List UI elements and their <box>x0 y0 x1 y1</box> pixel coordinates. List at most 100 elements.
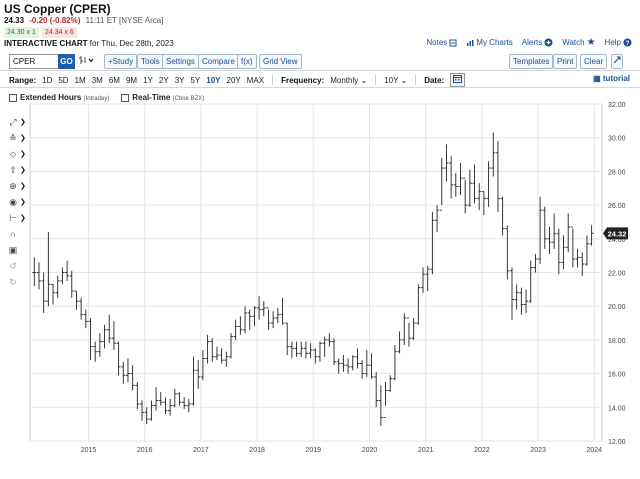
range-option-3y[interactable]: 3Y <box>175 76 185 85</box>
x-tick-label: 2015 <box>81 447 97 454</box>
x-tick-label: 2024 <box>587 447 603 454</box>
chevron-right-icon: ❯ <box>20 135 26 142</box>
tutorial-link[interactable]: ▦ tutorial <box>593 74 630 83</box>
range-option-1m[interactable]: 1M <box>75 76 86 85</box>
help-label: Help <box>604 38 621 47</box>
tutorial-label: tutorial <box>602 74 630 83</box>
frequency-select[interactable]: Monthly ⌄ <box>330 76 367 85</box>
templates-button[interactable]: Templates <box>509 54 554 69</box>
range-option-2y[interactable]: 2Y <box>159 76 169 85</box>
study-button[interactable]: +Study <box>104 54 138 69</box>
x-tick-label: 2019 <box>306 447 322 454</box>
tools-button[interactable]: Tools <box>137 54 164 69</box>
range-option-9m[interactable]: 9M <box>126 76 137 85</box>
range-option-6m[interactable]: 6M <box>109 76 120 85</box>
my-charts-link[interactable]: My Charts <box>466 38 513 47</box>
fib-tool[interactable]: ≙ ❯ <box>6 130 30 146</box>
expand-button[interactable] <box>611 54 623 69</box>
drawing-toolbar: ⤢ ❯ ≙ ❯ ⬦ ❯ ⇧ ❯ ⊕ ❯ ◉ ❯ ⊢ ❯ ∩ ▣ ↺ ↻ <box>6 114 30 290</box>
grid-view-button[interactable]: Grid View <box>259 54 302 69</box>
chart-date: for Thu, Dec 28th, 2023 <box>89 39 174 48</box>
price-chart[interactable]: 12.0014.0016.0018.0020.0022.0024.0026.00… <box>0 100 640 479</box>
draw-tool-select[interactable] <box>79 55 95 67</box>
alerts-link[interactable]: Alerts <box>522 38 553 47</box>
watch-link[interactable]: Watch ★ <box>562 37 595 48</box>
chevron-down-icon: ⌄ <box>360 75 368 85</box>
frequency-label: Frequency: <box>281 75 325 85</box>
x-tick-label: 2022 <box>474 447 490 454</box>
notes-link[interactable]: Notes <box>426 38 457 47</box>
period-select[interactable]: 10Y ⌄ <box>384 76 407 85</box>
help-link[interactable]: Help ? <box>605 38 632 47</box>
cross-tool[interactable]: ⊕ ❯ <box>6 178 30 194</box>
arrow-up-icon: ⇧ <box>9 164 17 175</box>
x-tick-label: 2018 <box>249 447 265 454</box>
y-tick-label: 14.00 <box>608 405 626 412</box>
undo-icon: ↺ <box>9 260 17 271</box>
y-tick-label: 32.00 <box>608 102 626 109</box>
svg-text:?: ? <box>626 40 630 47</box>
separator <box>415 75 417 85</box>
clear-button[interactable]: Clear <box>580 54 608 69</box>
page-title: US Copper (CPER) <box>4 2 111 16</box>
top-links: Notes My Charts Alerts Watch ★ Help ? <box>426 37 632 48</box>
shape-tool[interactable]: ⬦ ❯ <box>6 146 30 162</box>
range-option-5d[interactable]: 5D <box>58 76 68 85</box>
chart-icon <box>467 39 474 46</box>
trend-line-icon: ⤢ <box>9 116 17 127</box>
separator <box>272 75 274 85</box>
measure-icon: ⊢ <box>9 212 17 223</box>
x-tick-label: 2016 <box>137 447 153 454</box>
draw-tool-icon <box>79 56 94 64</box>
range-option-1y[interactable]: 1Y <box>143 76 153 85</box>
ask-badge: 24.34 x 6 <box>42 27 77 38</box>
range-option-5y[interactable]: 5Y <box>190 76 200 85</box>
range-options: 1D 5D 1M 3M 6M 9M 1Y 2Y 3Y 5Y 10Y 20Y MAX <box>42 76 264 85</box>
measure-tool[interactable]: ⊢ ❯ <box>6 210 30 226</box>
compare-button[interactable]: Compare <box>198 54 239 69</box>
bid-badge: 24.30 x 1 <box>4 27 39 38</box>
separator <box>375 75 377 85</box>
y-tick-label: 16.00 <box>608 372 626 379</box>
line-tool[interactable]: ⤢ ❯ <box>6 114 30 130</box>
notes-icon <box>449 39 457 46</box>
arrow-tool[interactable]: ⇧ ❯ <box>6 162 30 178</box>
y-tick-label: 22.00 <box>608 271 626 278</box>
last-price: 24.33 <box>4 16 25 25</box>
notes-label: Notes <box>426 38 448 47</box>
lock-icon: ▣ <box>8 244 18 255</box>
fx-button[interactable]: f(x) <box>237 54 257 69</box>
range-option-1d[interactable]: 1D <box>42 76 52 85</box>
range-option-3m[interactable]: 3M <box>92 76 103 85</box>
range-option-max[interactable]: MAX <box>247 76 264 85</box>
undo-tool[interactable]: ↺ <box>6 258 30 274</box>
y-tick-label: 18.00 <box>608 338 626 345</box>
circle-tool[interactable]: ◉ ❯ <box>6 194 30 210</box>
y-tick-label: 26.00 <box>608 203 626 210</box>
y-tick-label: 20.00 <box>608 304 626 311</box>
range-option-20y[interactable]: 20Y <box>227 76 241 85</box>
magnet-icon: ∩ <box>9 229 17 239</box>
help-icon: ? <box>623 38 632 47</box>
calendar-icon <box>453 75 463 83</box>
chevron-down-icon: ⌄ <box>400 75 408 85</box>
lock-tool[interactable]: ▣ <box>6 242 30 258</box>
redo-tool[interactable]: ↻ <box>6 274 30 290</box>
print-button[interactable]: Print <box>553 54 578 69</box>
alerts-label: Alerts <box>521 38 543 47</box>
symbol-input[interactable]: CPER <box>9 54 60 69</box>
price-change: -0.20 (-0.82%) <box>29 16 81 25</box>
date-picker-button[interactable] <box>450 73 466 87</box>
star-icon: ★ <box>586 37 596 48</box>
y-tick-label: 30.00 <box>608 136 626 143</box>
quote-time: 11:11 ET [NYSE Arca] <box>85 16 164 25</box>
chevron-right-icon: ❯ <box>20 151 26 158</box>
settings-button[interactable]: Settings <box>162 54 199 69</box>
range-option-10y[interactable]: 10Y <box>206 76 220 85</box>
y-tick-label: 12.00 <box>608 439 626 446</box>
go-button[interactable]: GO <box>58 54 75 69</box>
chart-title: INTERACTIVE CHART <box>4 39 88 48</box>
magnet-tool[interactable]: ∩ <box>6 226 30 242</box>
chevron-right-icon: ❯ <box>20 167 26 174</box>
chevron-right-icon: ❯ <box>20 183 26 190</box>
